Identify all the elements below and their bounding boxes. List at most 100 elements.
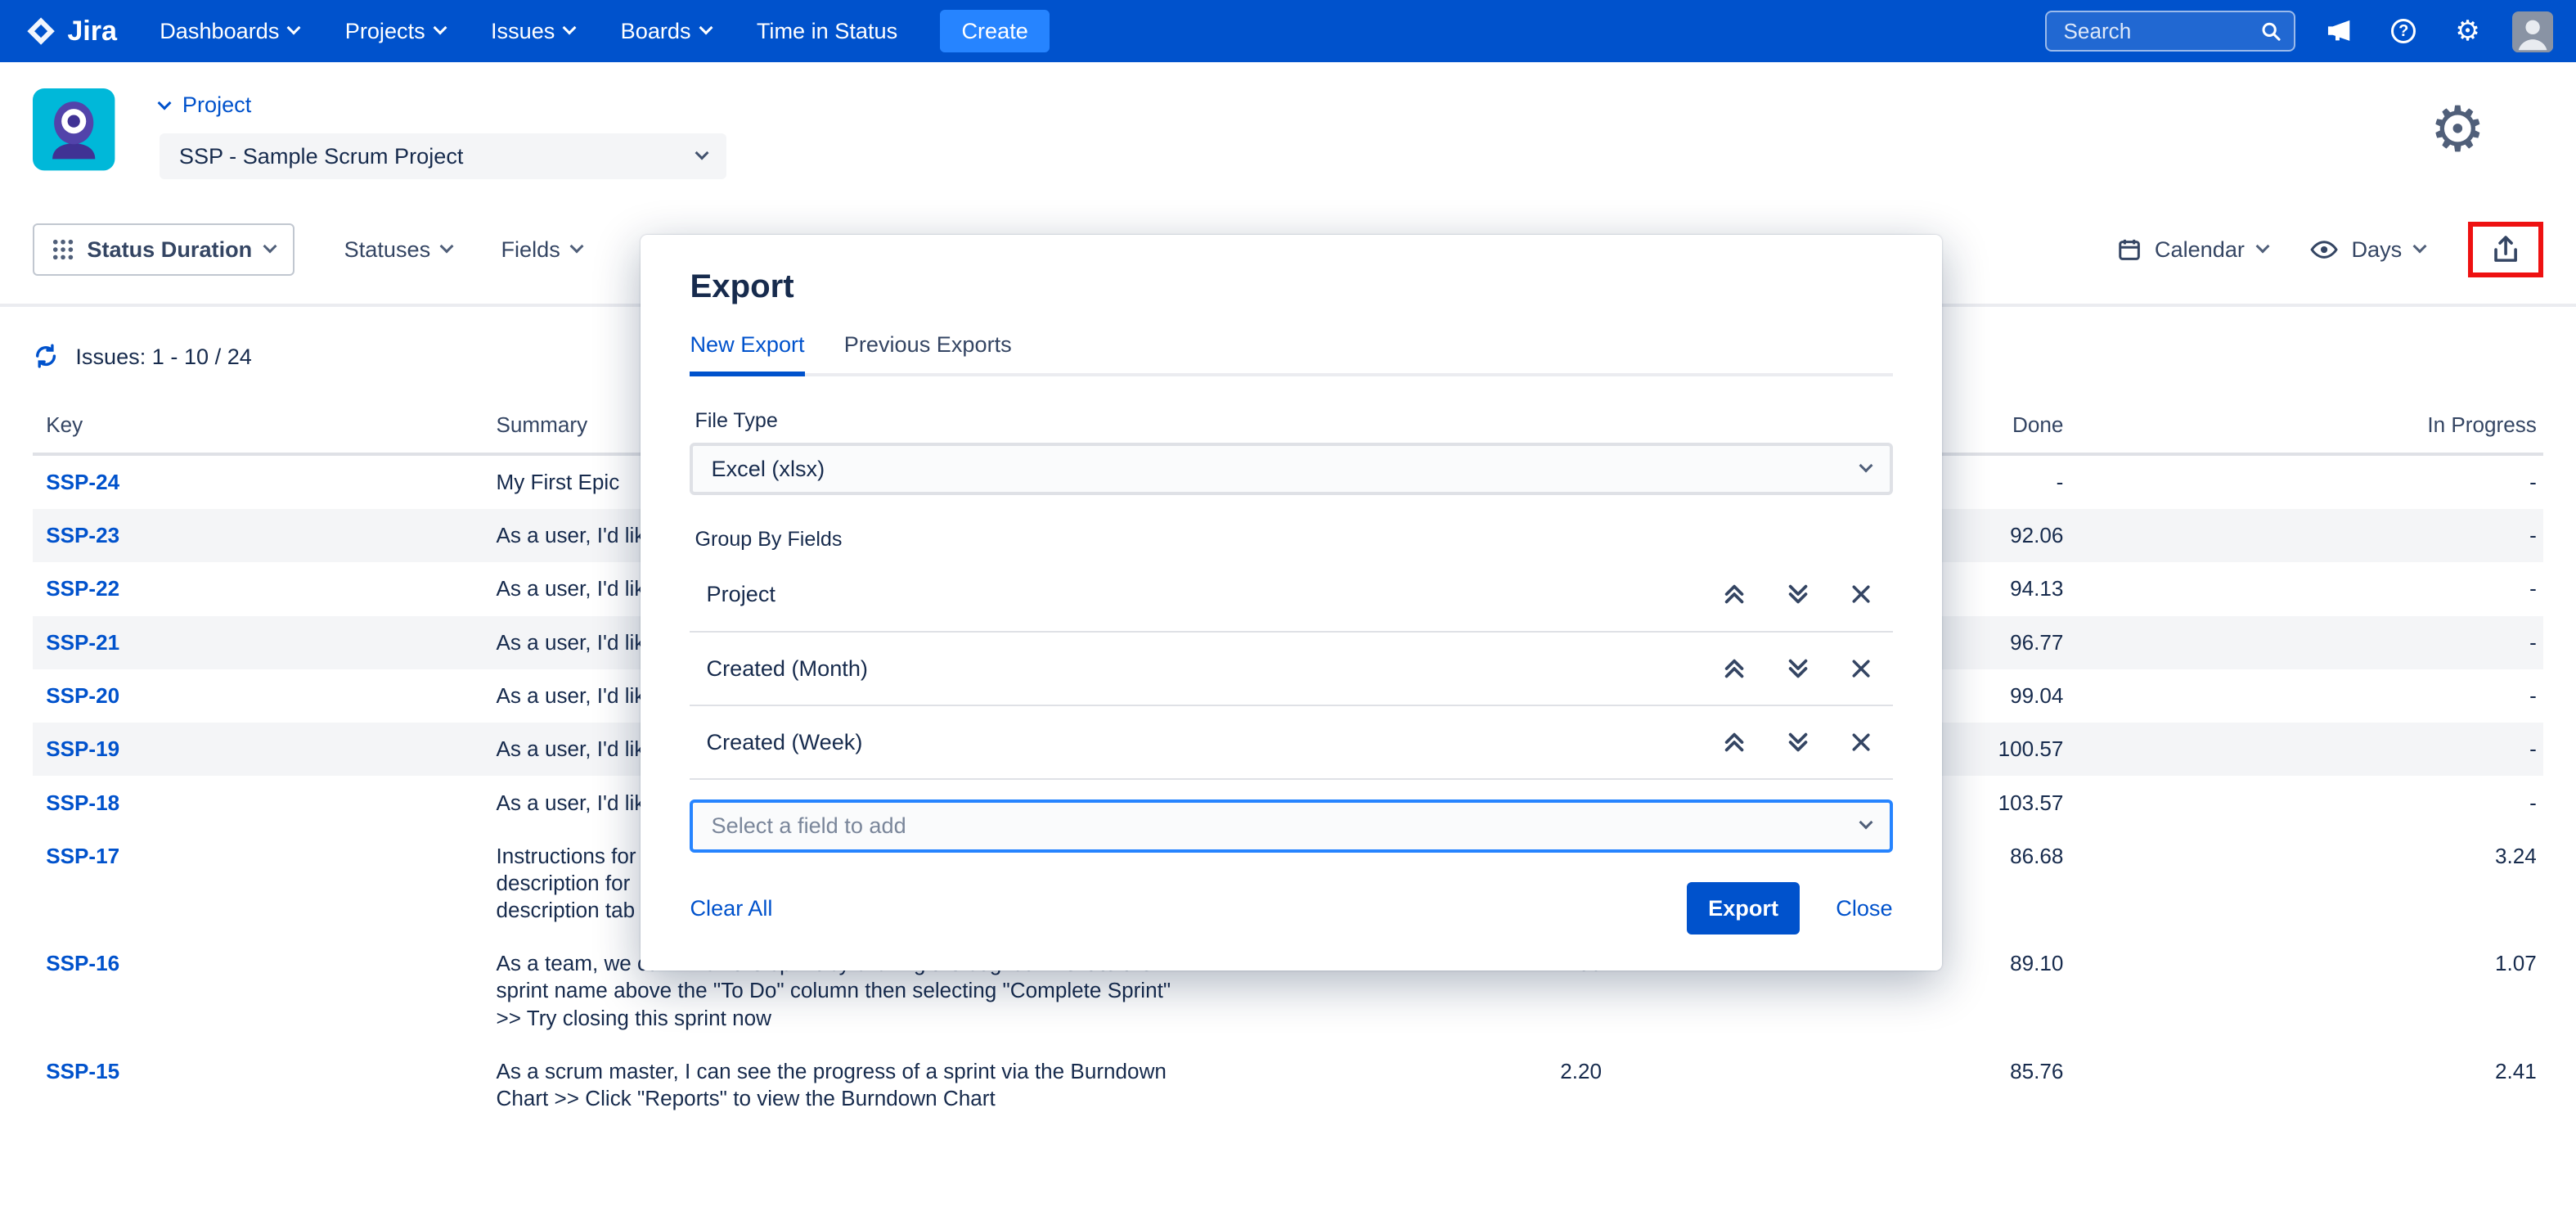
global-search[interactable]: [2045, 11, 2295, 52]
issue-key-link[interactable]: SSP-15: [33, 1058, 496, 1085]
add-field-select[interactable]: Select a field to add: [690, 799, 1892, 852]
chevron-down-icon: [440, 240, 454, 254]
modal-tabs: New Export Previous Exports: [690, 331, 1892, 376]
tab-new-export[interactable]: New Export: [690, 331, 804, 376]
move-down-button[interactable]: [1786, 656, 1810, 681]
nav-item-boards[interactable]: Boards: [621, 18, 711, 44]
double-chevron-down-icon: [1786, 582, 1810, 606]
chevron-down-icon: [1859, 816, 1873, 830]
status-duration-dropdown[interactable]: Status Duration: [33, 223, 294, 276]
issue-in-progress-value: 1.07: [2063, 950, 2542, 977]
group-by-fields-label: Group By Fields: [690, 528, 1892, 552]
chevron-down-icon: [569, 240, 583, 254]
column-header-key[interactable]: Key: [33, 412, 496, 438]
project-select-value: SSP - Sample Scrum Project: [179, 143, 464, 169]
column-header-in-progress[interactable]: In Progress: [2063, 412, 2542, 438]
issue-key-link[interactable]: SSP-16: [33, 950, 496, 977]
user-avatar[interactable]: [2512, 11, 2551, 51]
project-breadcrumb-label: Project: [182, 92, 251, 118]
issue-in-progress-value: -: [2063, 790, 2542, 817]
file-type-label: File Type: [690, 409, 1892, 433]
nav-item-dashboards[interactable]: Dashboards: [160, 18, 299, 44]
jira-app: Jira Dashboards Projects Issues Boards Time …: [0, 0, 2576, 1216]
close-link[interactable]: Close: [1836, 895, 1892, 921]
fields-dropdown[interactable]: Fields: [501, 236, 581, 263]
project-header: Project SSP - Sample Scrum Project ⚙: [0, 62, 2576, 202]
statuses-dropdown[interactable]: Statuses: [344, 236, 452, 263]
move-up-button[interactable]: [1722, 730, 1747, 754]
double-chevron-down-icon: [1786, 730, 1810, 754]
close-icon: [1850, 731, 1872, 754]
refresh-icon[interactable]: [33, 343, 59, 369]
project-select[interactable]: SSP - Sample Scrum Project: [160, 133, 726, 179]
eye-icon: [2310, 239, 2338, 260]
issue-in-progress-value: -: [2063, 629, 2542, 656]
nav-right-cluster: ? ⚙: [2045, 11, 2551, 52]
issue-hidden-col-value: 2.20: [1268, 1058, 1602, 1085]
create-button[interactable]: Create: [940, 10, 1050, 52]
days-dropdown[interactable]: Days: [2310, 236, 2425, 263]
file-type-select[interactable]: Excel (xlsx): [690, 443, 1892, 495]
group-field-row: Created (Week): [690, 706, 1892, 780]
group-field-actions: [1722, 582, 1893, 606]
export-open-button[interactable]: [2489, 233, 2522, 266]
chevron-down-icon: [699, 21, 713, 35]
chevron-down-icon: [563, 21, 577, 35]
clear-all-link[interactable]: Clear All: [690, 895, 772, 921]
issue-key-link[interactable]: SSP-24: [33, 469, 496, 496]
move-up-button[interactable]: [1722, 656, 1747, 681]
remove-field-button[interactable]: [1850, 657, 1872, 680]
export-button-highlight: [2468, 222, 2543, 277]
project-avatar[interactable]: [33, 88, 115, 170]
feedback-megaphone-icon[interactable]: [2320, 11, 2359, 51]
double-chevron-down-icon: [1786, 656, 1810, 681]
chevron-down-icon: [433, 21, 447, 35]
move-down-button[interactable]: [1786, 582, 1810, 606]
issue-done-value: 85.76: [1602, 1058, 2063, 1085]
close-icon: [1850, 583, 1872, 606]
table-row[interactable]: SSP-15 As a scrum master, I can see the …: [33, 1045, 2543, 1125]
calendar-dropdown[interactable]: Calendar: [2117, 236, 2268, 263]
nav-item-time-in-status[interactable]: Time in Status: [757, 18, 897, 44]
help-icon[interactable]: ?: [2384, 11, 2423, 51]
close-icon: [1850, 657, 1872, 680]
remove-field-button[interactable]: [1850, 731, 1872, 754]
move-up-button[interactable]: [1722, 582, 1747, 606]
move-down-button[interactable]: [1786, 730, 1810, 754]
project-breadcrumb[interactable]: Project: [160, 92, 726, 118]
modal-title: Export: [690, 268, 1892, 305]
page-settings-gear-icon[interactable]: ⚙: [2430, 98, 2485, 160]
settings-gear-icon[interactable]: ⚙: [2448, 11, 2487, 51]
tab-previous-exports[interactable]: Previous Exports: [844, 331, 1012, 372]
search-input[interactable]: [2061, 17, 2261, 46]
issue-key-link[interactable]: SSP-23: [33, 522, 496, 549]
issue-key-link[interactable]: SSP-21: [33, 629, 496, 656]
nav-item-projects[interactable]: Projects: [345, 18, 445, 44]
issue-key-link[interactable]: SSP-19: [33, 736, 496, 763]
issue-key-link[interactable]: SSP-22: [33, 575, 496, 602]
chevron-down-icon: [263, 240, 277, 254]
status-duration-label: Status Duration: [87, 236, 252, 263]
issue-key-link[interactable]: SSP-18: [33, 790, 496, 817]
jira-logo[interactable]: Jira: [25, 15, 117, 47]
issue-in-progress-value: -: [2063, 736, 2542, 763]
issue-in-progress-value: -: [2063, 469, 2542, 496]
issue-in-progress-value: 2.41: [2063, 1058, 2542, 1085]
group-field-actions: [1722, 656, 1893, 681]
chevron-down-icon: [157, 97, 171, 110]
export-modal: Export New Export Previous Exports File …: [641, 235, 1942, 971]
chevron-down-icon: [287, 21, 301, 35]
avatar-image: [2512, 11, 2553, 52]
group-fields-list: Project Created (Month): [690, 558, 1892, 780]
remove-field-button[interactable]: [1850, 583, 1872, 606]
nav-item-issues[interactable]: Issues: [491, 18, 574, 44]
issue-key-link[interactable]: SSP-17: [33, 843, 496, 870]
calendar-label: Calendar: [2155, 236, 2245, 263]
export-submit-button[interactable]: Export: [1687, 882, 1800, 935]
group-field-label: Project: [690, 581, 775, 607]
chevron-down-icon: [1859, 458, 1873, 472]
issue-summary: As a scrum master, I can see the progres…: [496, 1058, 1268, 1112]
issue-in-progress-value: -: [2063, 682, 2542, 709]
issue-key-link[interactable]: SSP-20: [33, 682, 496, 709]
group-field-label: Created (Month): [690, 655, 867, 682]
